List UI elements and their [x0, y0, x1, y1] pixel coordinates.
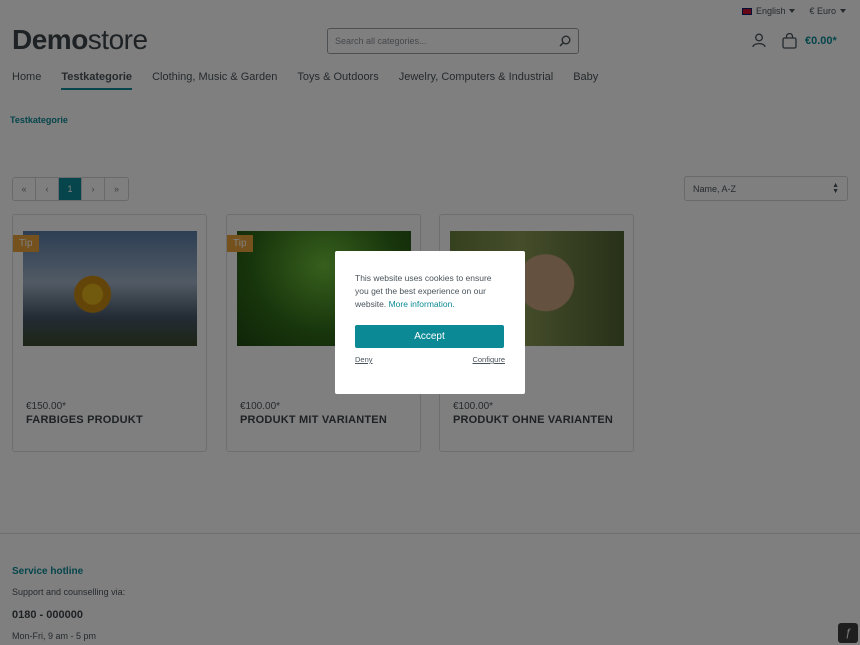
- cookie-message: This website uses cookies to ensure you …: [355, 272, 505, 311]
- deny-link[interactable]: Deny: [355, 355, 373, 364]
- cookie-links: Deny Configure: [355, 355, 505, 364]
- cookie-consent-dialog: This website uses cookies to ensure you …: [335, 251, 525, 394]
- accept-button[interactable]: Accept: [355, 325, 504, 348]
- configure-link[interactable]: Configure: [472, 355, 505, 364]
- more-information-link[interactable]: More information.: [389, 299, 455, 309]
